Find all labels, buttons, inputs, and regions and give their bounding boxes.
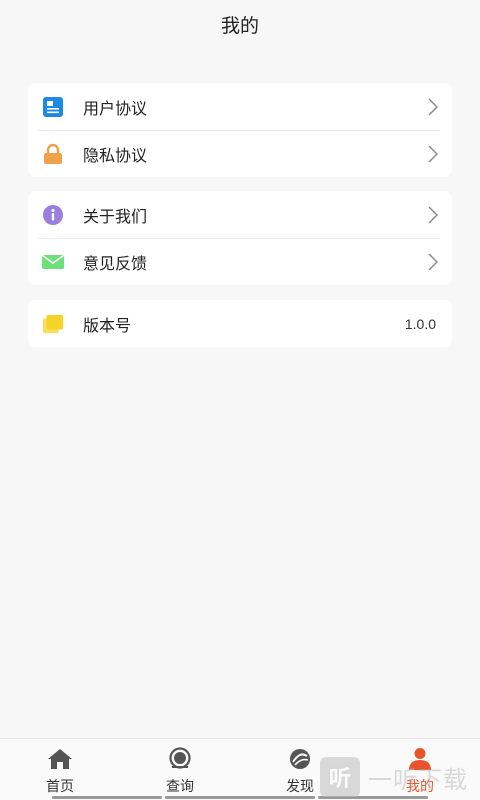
settings-group-about: 关于我们 意见反馈 — [28, 191, 452, 285]
about-us-row[interactable]: 关于我们 — [28, 191, 452, 238]
tab-search-label: 查询 — [166, 778, 194, 794]
lock-icon — [42, 143, 64, 165]
chevron-right-icon — [428, 145, 438, 163]
privacy-agreement-label: 隐私协议 — [83, 147, 148, 165]
watermark-text: 一听下载 — [368, 766, 468, 794]
chevron-right-icon — [428, 98, 438, 116]
settings-group-version: 版本号 1.0.0 — [28, 300, 452, 347]
tab-discover-label: 发现 — [286, 778, 314, 794]
header: 我的 — [0, 0, 480, 48]
watermark: 听 一听下载 — [320, 754, 480, 800]
search-icon — [167, 747, 193, 771]
home-indicator-segment — [52, 796, 162, 799]
feedback-row[interactable]: 意见反馈 — [28, 238, 452, 285]
version-row: 版本号 1.0.0 — [28, 300, 452, 347]
page-title: 我的 — [220, 15, 259, 37]
version-icon — [42, 313, 64, 335]
info-icon — [42, 204, 64, 226]
version-value: 1.0.0 — [404, 315, 436, 332]
home-indicator-segment — [165, 796, 315, 799]
tab-home[interactable]: 首页 — [0, 739, 120, 800]
chevron-right-icon — [428, 206, 438, 224]
watermark-badge: 听 — [320, 757, 360, 797]
discover-icon — [287, 747, 313, 771]
home-icon — [47, 747, 73, 771]
feedback-label: 意见反馈 — [83, 255, 148, 273]
settings-group-agreements: 用户协议 隐私协议 — [28, 83, 452, 177]
about-us-label: 关于我们 — [83, 208, 148, 226]
user-agreement-icon — [42, 96, 64, 118]
user-agreement-label: 用户协议 — [83, 100, 148, 118]
tab-search[interactable]: 查询 — [120, 739, 240, 800]
version-label: 版本号 — [83, 317, 132, 335]
mail-icon — [42, 251, 64, 273]
user-agreement-row[interactable]: 用户协议 — [28, 83, 452, 130]
chevron-right-icon — [428, 253, 438, 271]
privacy-agreement-row[interactable]: 隐私协议 — [28, 130, 452, 177]
tab-home-label: 首页 — [46, 778, 74, 794]
